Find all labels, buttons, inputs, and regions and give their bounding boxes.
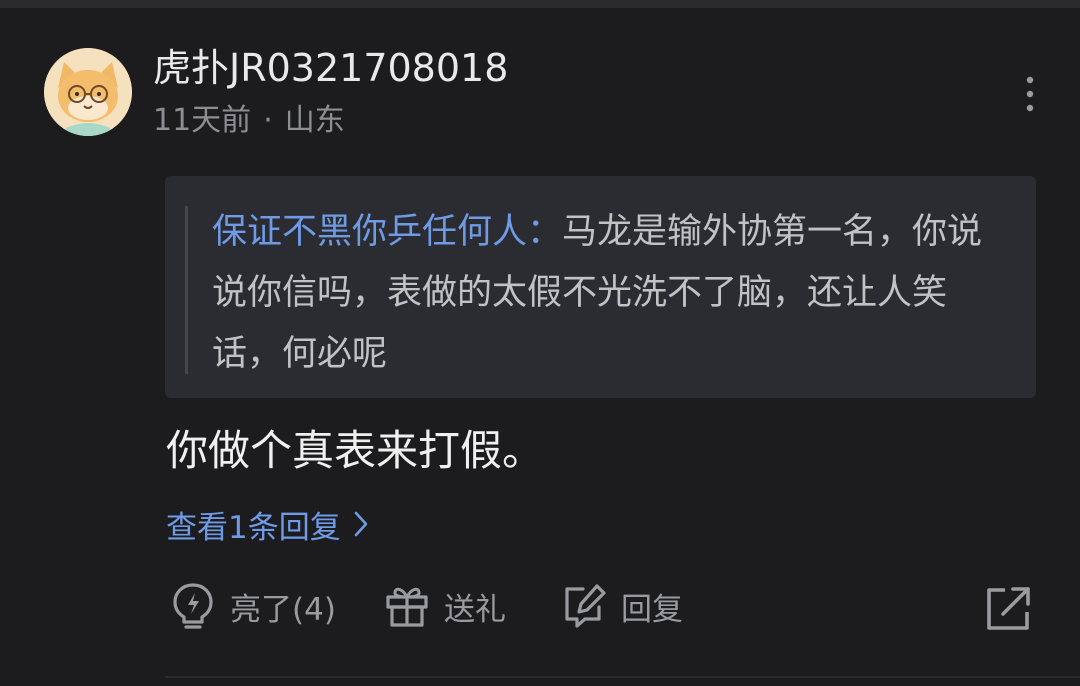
gift-label: 送礼 xyxy=(444,591,506,628)
gift-button[interactable]: 送礼 xyxy=(384,578,506,634)
top-divider xyxy=(0,0,1080,8)
view-replies-link[interactable]: 查看1条回复 xyxy=(166,500,369,548)
chevron-right-icon xyxy=(354,511,368,537)
quote-author[interactable]: 保证不黑你乒任何人： xyxy=(212,212,562,252)
comment-body: 你做个真表来打假。 xyxy=(166,426,545,475)
meta-separator: · xyxy=(263,103,273,138)
share-external-icon[interactable] xyxy=(985,584,1033,632)
cat-avatar-icon xyxy=(44,48,132,136)
lightbulb-icon xyxy=(173,583,213,629)
like-button[interactable]: 亮了(4) xyxy=(170,578,336,634)
post-location: 山东 xyxy=(284,103,345,138)
avatar[interactable] xyxy=(44,48,132,136)
quote-content: 保证不黑你乒任何人：马龙是输外协第一名，你说说你信吗，表做的太假不光洗不了脑，还… xyxy=(212,202,1012,385)
edit-reply-icon xyxy=(565,584,606,628)
post-time: 11天前 xyxy=(153,103,252,138)
quote-bar xyxy=(185,206,188,374)
view-replies-label: 查看1条回复 xyxy=(166,509,341,546)
like-label: 亮了(4) xyxy=(230,591,336,628)
comment-meta: 11天前 · 山东 xyxy=(153,100,345,142)
username[interactable]: 虎扑JR0321708018 xyxy=(153,44,508,92)
reply-button[interactable]: 回复 xyxy=(561,578,683,634)
quoted-comment[interactable]: 保证不黑你乒任何人：马龙是输外协第一名，你说说你信吗，表做的太假不光洗不了脑，还… xyxy=(165,176,1036,398)
bottom-divider xyxy=(165,676,1080,678)
reply-label: 回复 xyxy=(621,591,683,628)
more-vertical-icon[interactable] xyxy=(1012,72,1048,116)
gift-icon xyxy=(386,587,428,627)
